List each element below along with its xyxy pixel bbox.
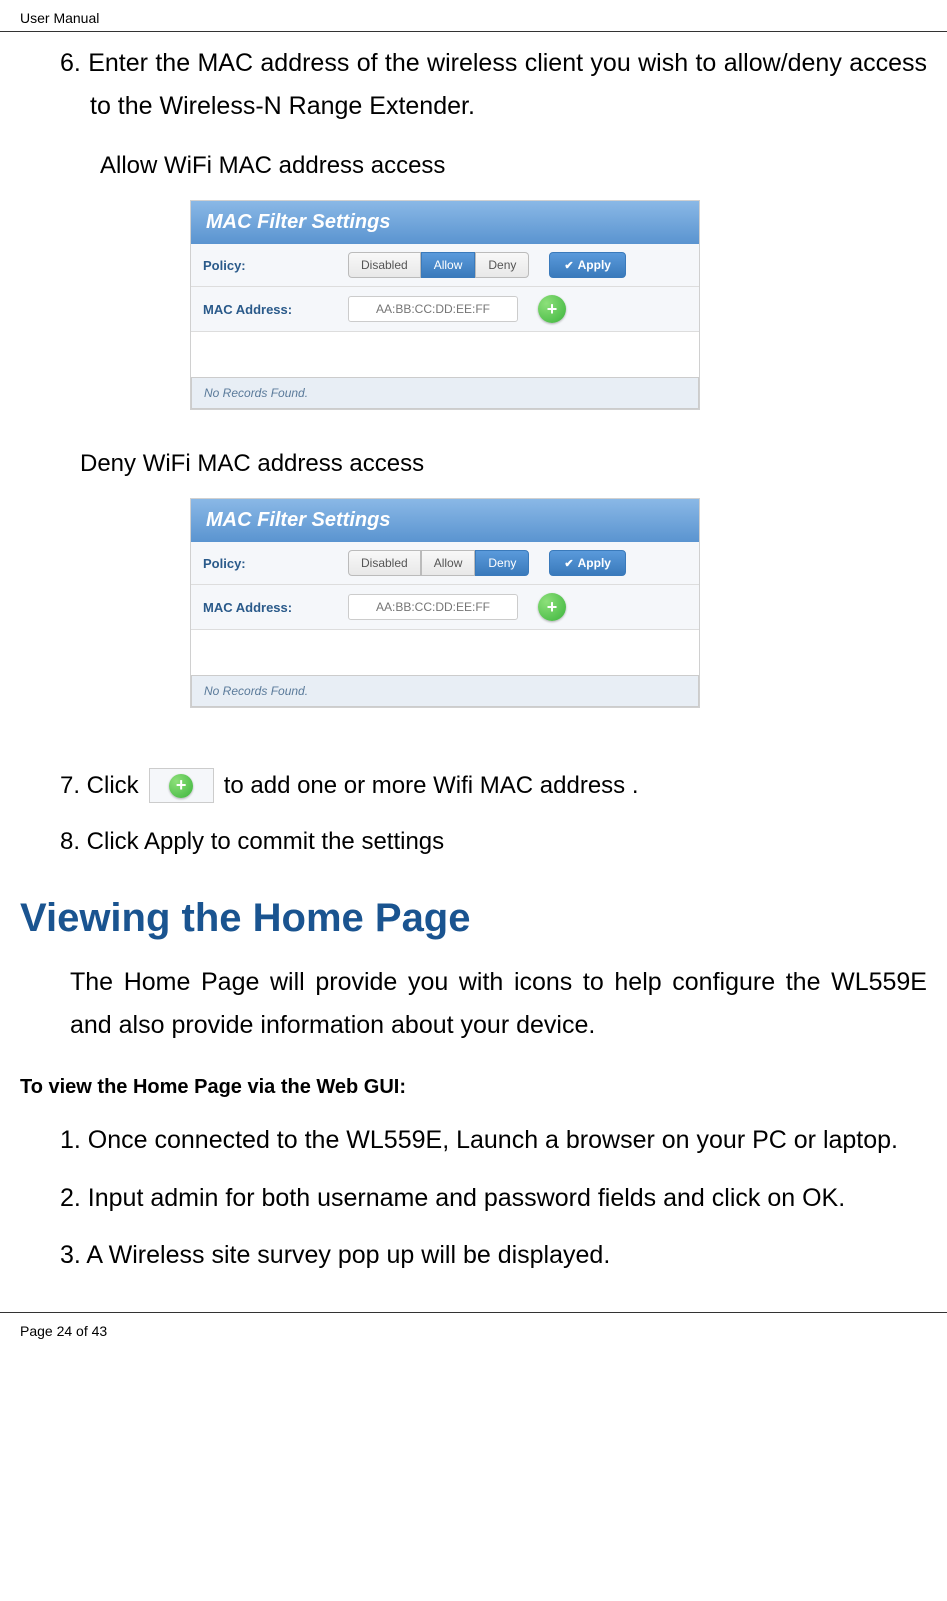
apply-label: Apply <box>578 258 611 272</box>
section-title: Viewing the Home Page <box>20 896 927 941</box>
policy-segment-group: Disabled Allow Deny <box>348 550 529 576</box>
page-footer: Page 24 of 43 <box>0 1312 947 1349</box>
mac-address-input[interactable] <box>348 296 518 322</box>
step-7: 7. Click + to add one or more Wifi MAC a… <box>60 768 927 803</box>
add-mac-button[interactable]: + <box>538 593 566 621</box>
panel-title: MAC Filter Settings <box>191 499 699 542</box>
deny-section-title: Deny WiFi MAC address access <box>80 450 927 478</box>
step-7-suffix: to add one or more Wifi MAC address . <box>224 772 639 800</box>
apply-button[interactable]: ✔ Apply <box>549 550 626 576</box>
mac-filter-panel-deny: MAC Filter Settings Policy: Disabled All… <box>190 498 700 708</box>
step-6-text: 6. Enter the MAC address of the wireless… <box>60 42 927 127</box>
page-header: User Manual <box>0 0 947 32</box>
page-number: Page 24 of 43 <box>20 1323 107 1339</box>
apply-button[interactable]: ✔ Apply <box>549 252 626 278</box>
policy-label: Policy: <box>203 556 348 571</box>
section-description: The Home Page will provide you with icon… <box>70 961 927 1046</box>
allow-section-title: Allow WiFi MAC address access <box>100 152 927 180</box>
policy-deny-button[interactable]: Deny <box>475 550 529 576</box>
page-content: 6. Enter the MAC address of the wireless… <box>0 32 947 1312</box>
apply-label: Apply <box>578 556 611 570</box>
step-7-prefix: 7. Click <box>60 772 139 800</box>
header-title: User Manual <box>20 10 99 26</box>
policy-allow-button[interactable]: Allow <box>421 550 476 576</box>
step-8-text: 8. Click Apply to commit the settings <box>60 828 927 856</box>
plus-icon: + <box>547 597 558 618</box>
mac-label: MAC Address: <box>203 302 348 317</box>
policy-label: Policy: <box>203 258 348 273</box>
home-page-steps: 1. Once connected to the WL559E, Launch … <box>60 1119 927 1277</box>
mac-row: MAC Address: + <box>191 287 699 332</box>
section-subheading: To view the Home Page via the Web GUI: <box>20 1076 927 1099</box>
policy-deny-button[interactable]: Deny <box>475 252 529 278</box>
mac-address-input[interactable] <box>348 594 518 620</box>
policy-disabled-button[interactable]: Disabled <box>348 252 421 278</box>
policy-row: Policy: Disabled Allow Deny ✔ Apply <box>191 542 699 585</box>
check-icon: ✔ <box>564 259 573 272</box>
policy-row: Policy: Disabled Allow Deny ✔ Apply <box>191 244 699 287</box>
mac-label: MAC Address: <box>203 600 348 615</box>
no-records-message: No Records Found. <box>191 675 699 707</box>
add-mac-button[interactable]: + <box>538 295 566 323</box>
home-step-2: 2. Input admin for both username and pas… <box>60 1177 927 1220</box>
policy-allow-button[interactable]: Allow <box>421 252 476 278</box>
no-records-message: No Records Found. <box>191 377 699 409</box>
policy-segment-group: Disabled Allow Deny <box>348 252 529 278</box>
home-step-3: 3. A Wireless site survey pop up will be… <box>60 1234 927 1277</box>
plus-icon: + <box>547 299 558 320</box>
home-step-1: 1. Once connected to the WL559E, Launch … <box>60 1119 927 1162</box>
panel-title: MAC Filter Settings <box>191 201 699 244</box>
check-icon: ✔ <box>564 557 573 570</box>
mac-row: MAC Address: + <box>191 585 699 630</box>
plus-icon: + <box>169 774 193 798</box>
inline-add-button-image: + <box>149 768 214 803</box>
policy-disabled-button[interactable]: Disabled <box>348 550 421 576</box>
mac-filter-panel-allow: MAC Filter Settings Policy: Disabled All… <box>190 200 700 410</box>
